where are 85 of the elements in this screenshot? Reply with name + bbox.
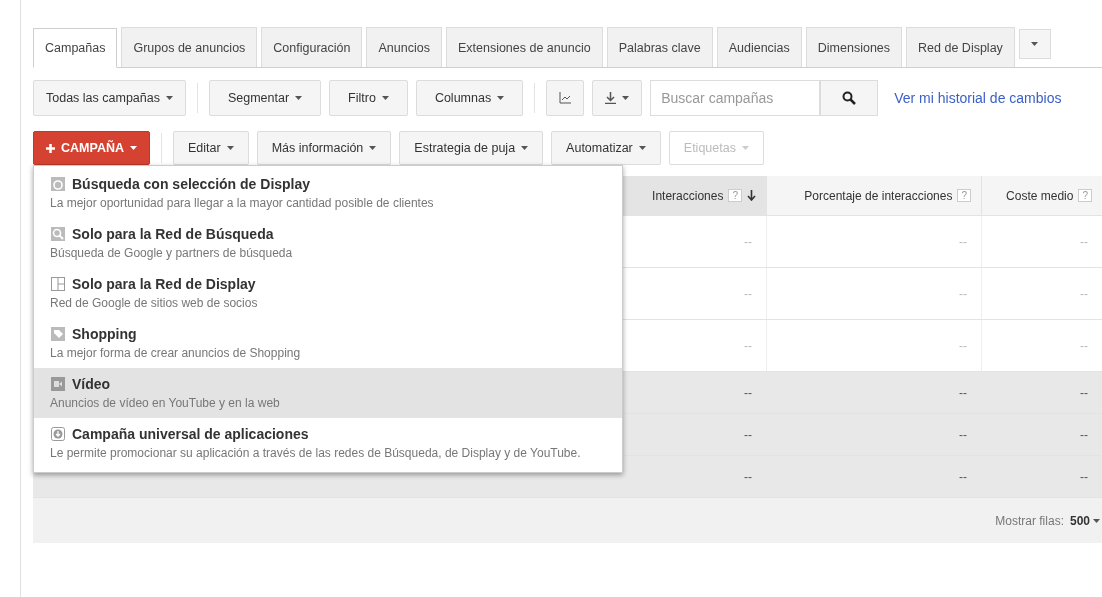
caret-icon <box>226 146 234 150</box>
table-cell: -- <box>766 268 981 319</box>
caret-icon <box>1093 518 1100 523</box>
caret-icon <box>1031 42 1039 46</box>
column-header[interactable]: Interacciones ? <box>621 176 766 215</box>
menu-item[interactable]: Búsqueda con selección de Display La mejor oportunidad para llegar a la mayor cantidad posible de clientes <box>34 168 622 218</box>
menu-item[interactable]: Solo para la Red de Display Red de Google de sitios web de socios <box>34 268 622 318</box>
tab[interactable]: Audiencias <box>716 27 802 67</box>
dropdown-button[interactable]: Columnas <box>415 80 524 116</box>
caret-icon <box>638 146 646 150</box>
dropdown-button[interactable]: Automatizar <box>551 131 661 165</box>
menu-item-title: Campaña universal de aplicaciones <box>72 426 309 442</box>
menu-item[interactable]: Campaña universal de aplicaciones Le permite promocionar su aplicación a través de las redes de Búsqueda, de Display y de YouTube. <box>34 418 622 468</box>
table-cell-text: -- <box>743 426 753 444</box>
table-cell-text: -- <box>958 384 968 402</box>
search-button[interactable] <box>820 80 879 116</box>
dropdown-button[interactable]: Filtro <box>329 80 408 116</box>
new-campaign-button[interactable]: CAMPAÑA <box>33 131 150 165</box>
search-icon <box>50 226 66 242</box>
caret-icon <box>369 146 377 150</box>
arrow-down-icon <box>747 190 756 201</box>
column-label: Coste medio <box>1006 188 1074 203</box>
dropdown-button[interactable]: Más información <box>256 131 392 165</box>
table-cell-text: -- <box>958 426 968 444</box>
table-cell-text: -- <box>743 384 753 402</box>
menu-item-description: Red de Google de sitios web de socios <box>50 296 259 310</box>
search-icon <box>842 91 857 105</box>
table-cell-text: -- <box>743 468 753 486</box>
menu-item-title: Shopping <box>72 326 137 342</box>
tab[interactable]: Configuración <box>261 27 363 67</box>
tab[interactable]: Grupos de anuncios <box>121 27 258 67</box>
menu-item-title: Solo para la Red de Búsqueda <box>72 226 274 242</box>
table-cell-text: -- <box>958 468 968 486</box>
menu-item-description: Le permite promocionar su aplicación a través de las redes de Búsqueda, de Display y de YouTube. <box>50 446 582 460</box>
table-cell: -- <box>981 320 1102 371</box>
tab[interactable]: Anuncios <box>366 27 442 67</box>
menu-item[interactable]: Shopping La mejor forma de crear anuncios de Shopping <box>34 318 622 368</box>
menu-item[interactable]: Vídeo Anuncios de vídeo en YouTube y en la web <box>34 368 622 418</box>
column-label: Porcentaje de interacciones <box>804 188 953 203</box>
tab[interactable]: Palabras clave <box>606 27 713 67</box>
tab[interactable]: Red de Display <box>906 27 1015 67</box>
caret-icon <box>129 146 137 150</box>
table-cell-text: -- <box>1079 384 1089 402</box>
caret-icon <box>295 96 303 100</box>
dropdown-button[interactable]: Segmentar <box>208 80 322 116</box>
download-icon <box>605 92 617 104</box>
search-field[interactable]: Buscar campañas <box>650 80 821 116</box>
menu-item-description: La mejor oportunidad para llegar a la mayor cantidad posible de clientes <box>50 196 435 210</box>
caret-icon <box>521 146 529 150</box>
dropdown-button[interactable]: Editar <box>172 131 249 165</box>
download-button[interactable] <box>592 80 643 116</box>
dropdown-button[interactable]: Estrategia de puja <box>399 131 544 165</box>
table-cell: -- <box>766 216 981 267</box>
layout-icon <box>50 276 66 292</box>
menu-item[interactable]: Solo para la Red de Búsqueda Búsqueda de Google y partners de búsqueda <box>34 218 622 268</box>
table-cell-text: -- <box>1079 468 1089 486</box>
campaigns-dropdown[interactable]: Todas las campañas <box>33 80 186 116</box>
tag-icon <box>50 326 66 342</box>
tab[interactable]: Extensiones de anuncio <box>445 27 603 67</box>
menu-item-description: La mejor forma de crear anuncios de Shopping <box>50 346 302 360</box>
caret-icon <box>741 146 749 150</box>
column-label: Interacciones <box>652 188 724 203</box>
table-cell: -- <box>766 320 981 371</box>
download-icon <box>50 426 66 442</box>
caret-icon <box>165 96 173 100</box>
menu-item-description: Búsqueda de Google y partners de búsqueda <box>50 246 294 260</box>
menu-item-title: Vídeo <box>72 376 111 392</box>
caret-icon <box>381 96 389 100</box>
caret-icon <box>622 96 630 100</box>
video-icon <box>50 376 66 392</box>
rows-dropdown[interactable]: 500 <box>1069 513 1100 528</box>
caret-icon <box>497 96 505 100</box>
chart-icon <box>559 92 572 104</box>
table-cell: -- <box>981 216 1102 267</box>
plus-icon <box>46 143 55 153</box>
rows-label: Mostrar filas: <box>995 513 1064 528</box>
table-cell: -- <box>981 268 1102 319</box>
menu-item-title: Solo para la Red de Display <box>72 276 256 292</box>
tab[interactable]: Dimensiones <box>805 27 903 67</box>
table-cell-text: -- <box>1079 426 1089 444</box>
chart-button[interactable] <box>546 80 585 116</box>
menu-item-description: Anuncios de vídeo en YouTube y en la web <box>50 396 281 410</box>
menu-item-title: Búsqueda con selección de Display <box>72 176 311 192</box>
tab[interactable]: Campañas <box>33 28 118 68</box>
history-link[interactable]: Ver mi historial de cambios <box>894 90 1062 106</box>
